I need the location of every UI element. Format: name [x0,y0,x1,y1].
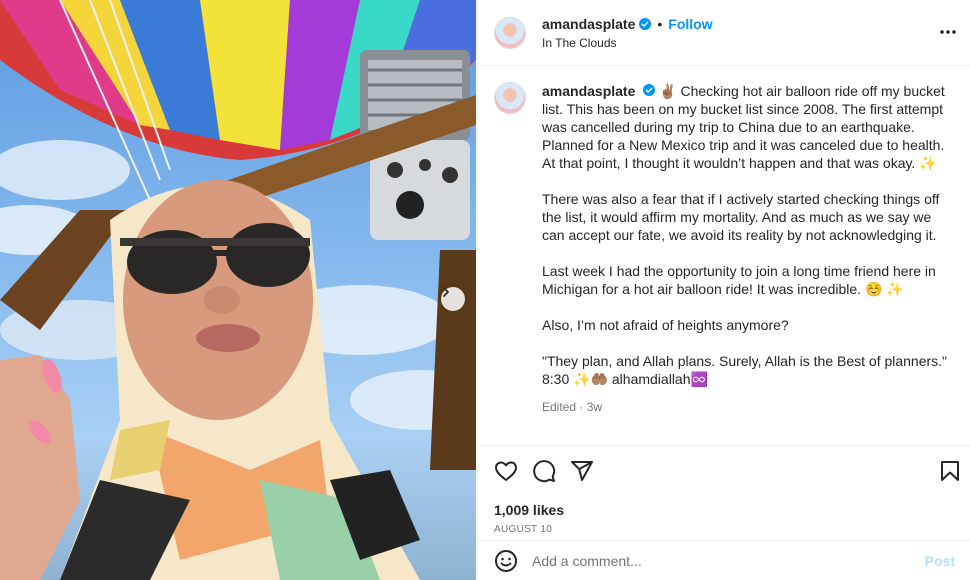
more-options-button[interactable] [938,22,958,45]
comment-button[interactable] [532,459,556,483]
comment-bar: Post [478,540,970,580]
caption-text: amandasplate ✌🏽 Checking hot air balloon… [542,82,952,388]
more-options-icon [940,30,956,34]
comment-bubble-icon [533,460,556,483]
like-button[interactable] [494,459,518,483]
username-link[interactable]: amandasplate [542,16,635,32]
caption-username-link[interactable]: amandasplate [542,83,635,99]
follow-button[interactable]: Follow [668,16,712,32]
caption-paragraph-4: Also, I’m not afraid of heights anymore? [542,317,789,333]
caption-section: amandasplate ✌🏽 Checking hot air balloon… [478,66,970,446]
avatar[interactable] [494,16,526,49]
verified-badge-icon [643,84,656,96]
likes-count[interactable]: 1,009 likes [478,502,970,518]
location-link[interactable]: In The Clouds [542,36,713,50]
post-comment-button[interactable]: Post [925,553,955,569]
separator-dot: • [657,15,663,32]
caption-paragraph-5: "They plan, and Allah plans. Surely, All… [542,353,948,387]
caption-avatar[interactable] [494,82,526,114]
caption-paragraph-2: There was also a fear that if I actively… [542,191,940,243]
comment-input[interactable] [532,552,902,569]
emoji-button[interactable] [494,549,518,573]
bookmark-icon [941,461,959,481]
heart-icon [495,461,517,481]
post-photo [0,0,476,580]
save-button[interactable] [938,459,962,486]
header-text: amandasplate • Follow In The Clouds [542,16,713,50]
post-media[interactable] [0,0,476,580]
chevron-right-icon [443,287,450,297]
action-bar [478,446,970,496]
smiley-icon [495,549,517,572]
caption-paragraph-3: Last week I had the opportunity to join … [542,263,936,297]
post-details-panel: amandasplate • Follow In The Clouds aman… [477,0,970,580]
carousel-next-button[interactable] [441,287,465,311]
post-header: amandasplate • Follow In The Clouds [478,0,970,66]
caption-body: amandasplate ✌🏽 Checking hot air balloon… [542,82,952,445]
caption-paragraph-1: amandasplate ✌🏽 Checking hot air balloon… [542,82,952,172]
paper-plane-icon [571,461,593,481]
edited-timestamp: Edited · 3w [542,400,603,414]
share-button[interactable] [570,459,594,483]
post-date[interactable]: AUGUST 10 [478,524,970,535]
header-user-row: amandasplate • Follow [542,16,713,32]
verified-badge-icon [639,17,652,30]
